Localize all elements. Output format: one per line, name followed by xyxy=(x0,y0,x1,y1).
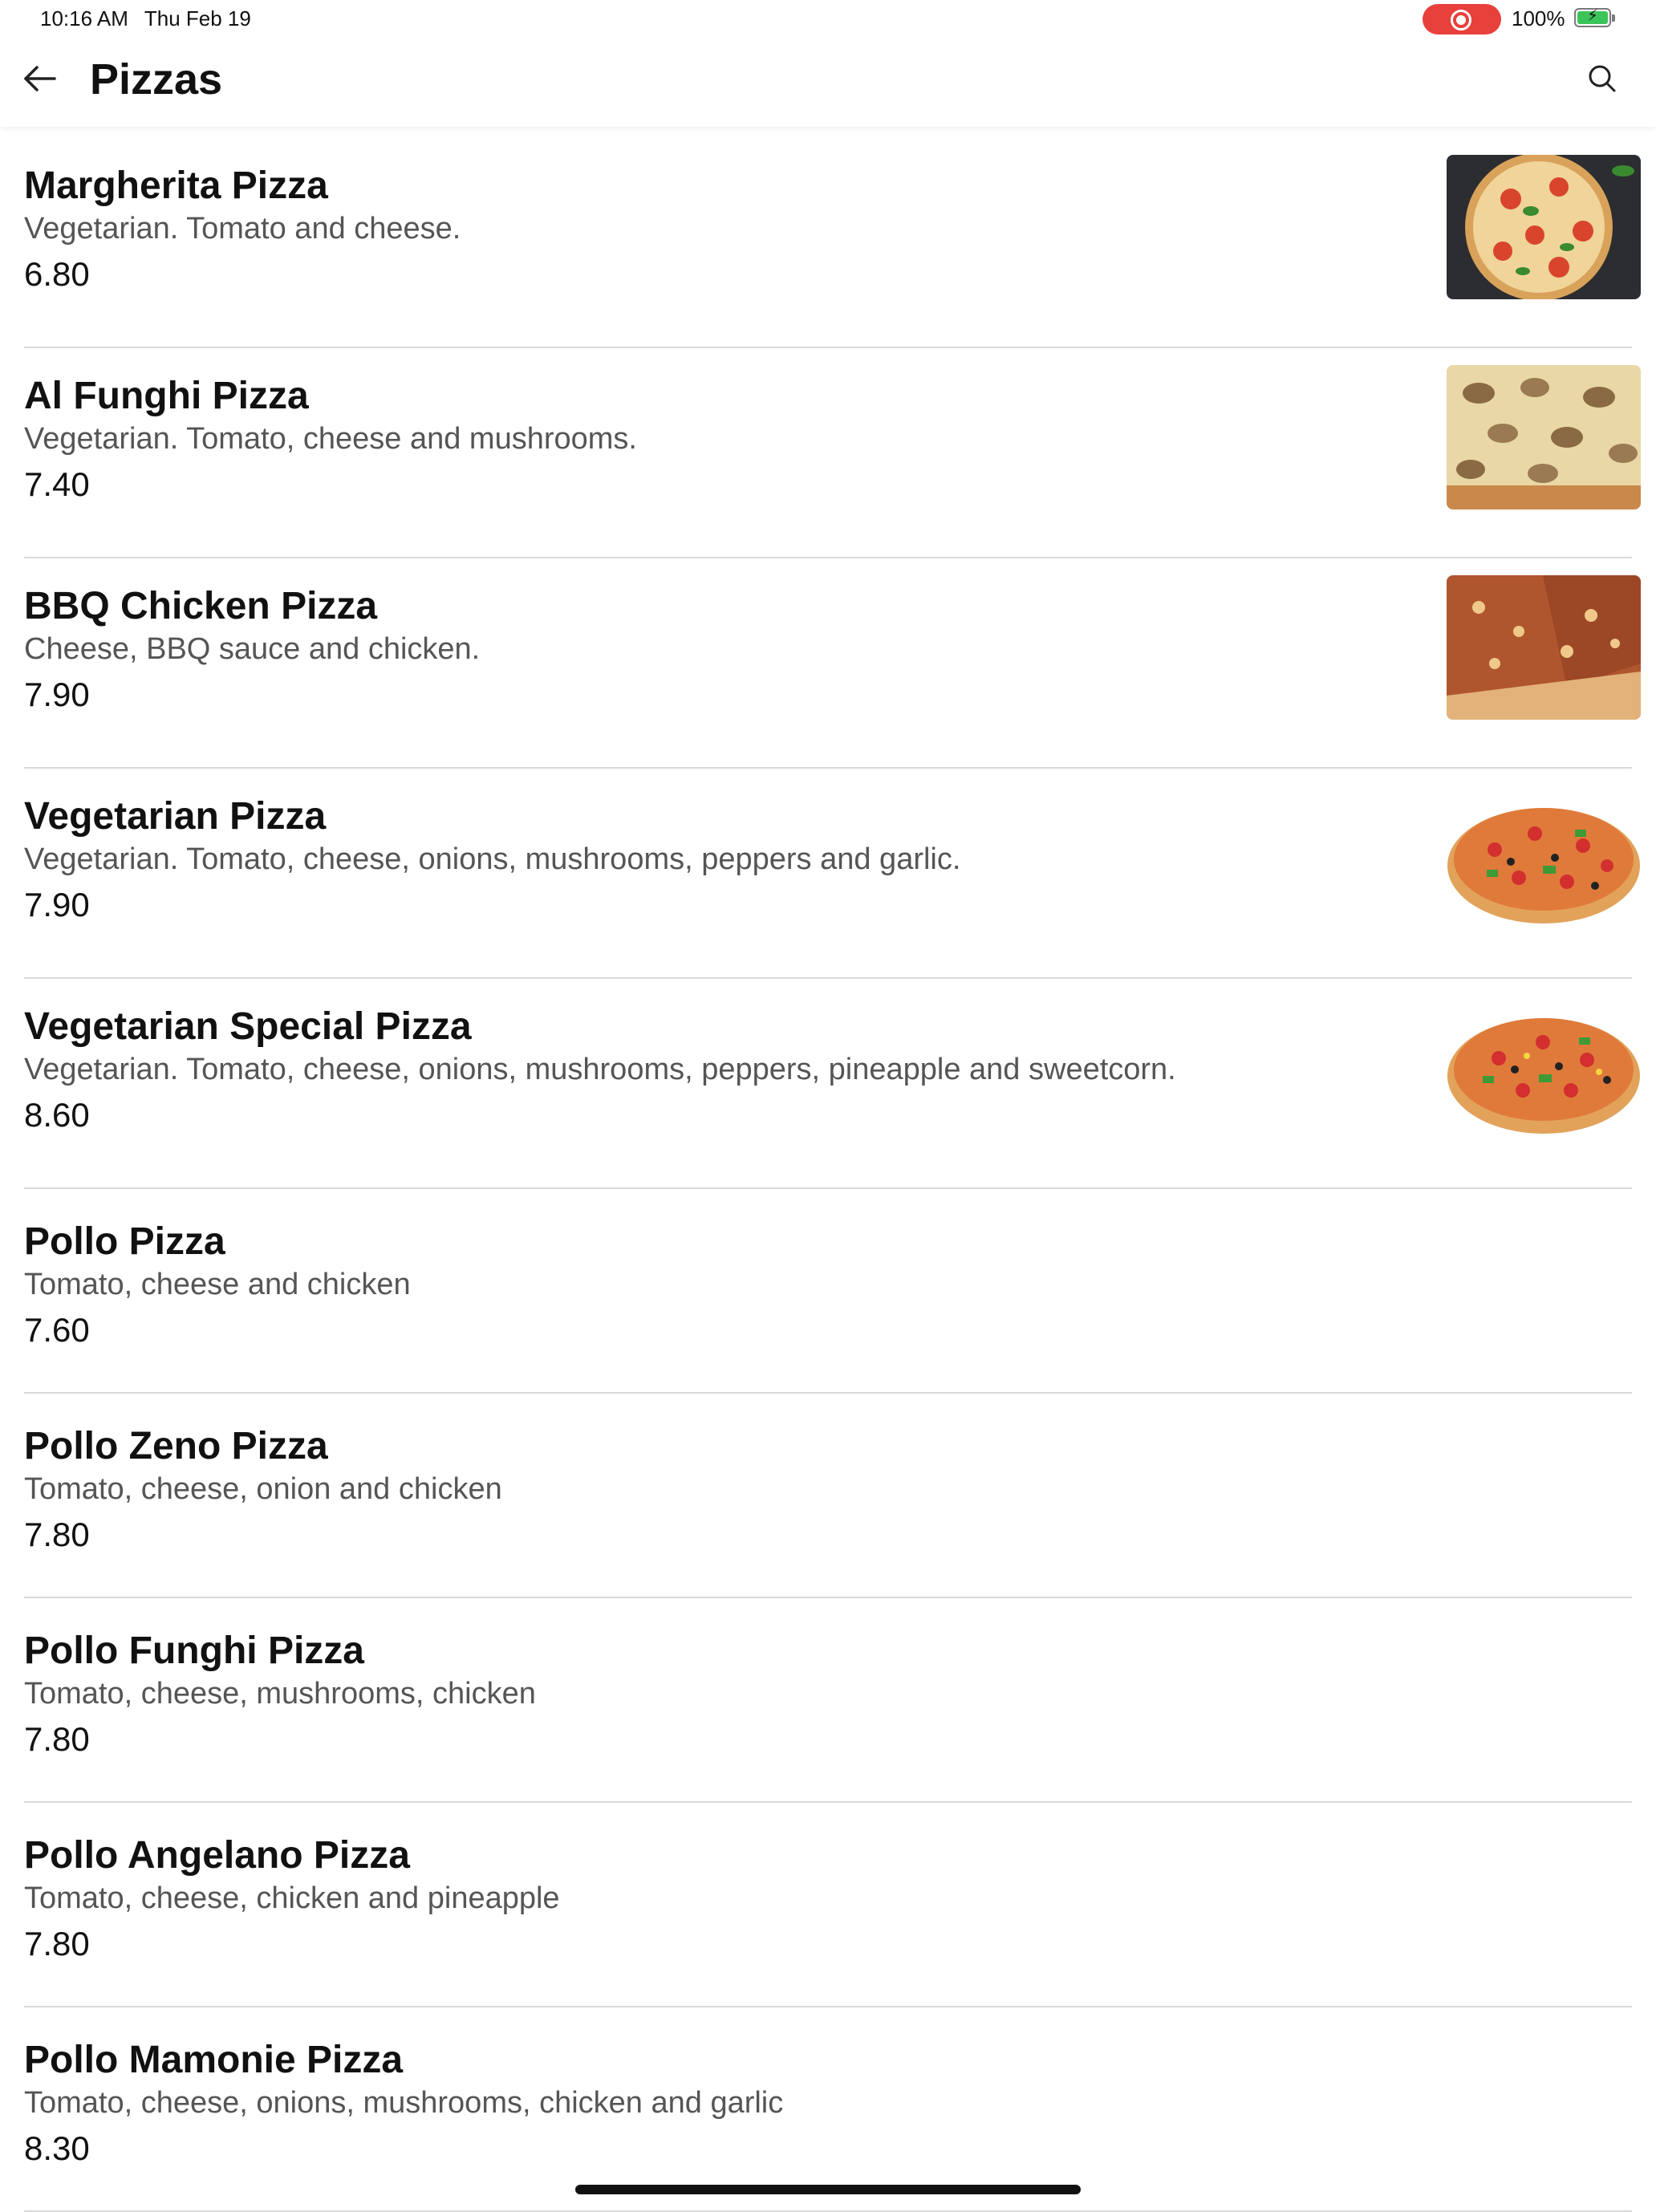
vegetarian-special-photo xyxy=(1447,996,1641,1140)
item-price: 7.90 xyxy=(24,886,90,923)
item-description: Tomato, cheese, mushrooms, chicken xyxy=(24,1677,536,1711)
item-price: 8.60 xyxy=(24,1096,90,1134)
item-price: 7.80 xyxy=(24,1720,90,1758)
menu-item[interactable]: Margherita Pizza Vegetarian. Tomato and … xyxy=(0,138,1656,348)
item-price: 7.60 xyxy=(24,1311,90,1349)
menu-item[interactable]: BBQ Chicken Pizza Cheese, BBQ sauce and … xyxy=(0,558,1656,769)
menu-item[interactable]: Vegetarian Special Pizza Vegetarian. Tom… xyxy=(0,979,1656,1189)
item-description: Tomato, cheese, onion and chicken xyxy=(24,1472,502,1506)
item-description: Tomato, cheese, chicken and pineapple xyxy=(24,1881,560,1915)
search-button[interactable] xyxy=(1581,56,1624,101)
item-name: Vegetarian Special Pizza xyxy=(24,1005,472,1048)
item-name: Pollo Angelano Pizza xyxy=(24,1834,410,1877)
item-description: Vegetarian. Tomato, cheese and mushrooms… xyxy=(24,422,637,456)
status-time-date: 10:16 AM Thu Feb 19 xyxy=(40,6,251,31)
item-name: BBQ Chicken Pizza xyxy=(24,585,378,627)
item-name: Vegetarian Pizza xyxy=(24,795,327,838)
menu-item[interactable]: Vegetarian Pizza Vegetarian. Tomato, che… xyxy=(0,769,1656,979)
item-name: Margherita Pizza xyxy=(24,164,328,207)
status-bar: 10:16 AM Thu Feb 19 100% ⚡ xyxy=(0,0,1656,39)
status-time: 10:16 AM xyxy=(40,6,128,30)
bbq-chicken-photo xyxy=(1447,575,1641,720)
battery-nub xyxy=(1612,14,1615,22)
battery-icon: ⚡ xyxy=(1574,7,1615,27)
status-date: Thu Feb 19 xyxy=(144,6,251,30)
battery-percent: 100% xyxy=(1512,6,1565,30)
item-name: Al Funghi Pizza xyxy=(24,375,309,417)
item-price: 7.90 xyxy=(24,676,90,713)
item-name: Pollo Pizza xyxy=(24,1220,225,1263)
screen-recording-indicator[interactable] xyxy=(1423,4,1501,34)
home-indicator[interactable] xyxy=(575,2185,1081,2194)
item-name: Pollo Zeno Pizza xyxy=(24,1425,328,1467)
margherita-photo xyxy=(1447,155,1641,299)
menu-item[interactable]: Pollo Zeno Pizza Tomato, cheese, onion a… xyxy=(0,1394,1656,1598)
page-title: Pizzas xyxy=(90,55,223,103)
menu-item[interactable]: Pollo Mamonie Pizza Tomato, cheese, onio… xyxy=(0,2007,1656,2212)
arrow-left-icon xyxy=(24,66,56,91)
back-button[interactable] xyxy=(18,55,63,103)
funghi-photo xyxy=(1447,365,1641,509)
navigation-bar: Pizzas xyxy=(0,39,1656,127)
item-price: 6.80 xyxy=(24,255,90,293)
item-price: 8.30 xyxy=(24,2129,90,2167)
vegetarian-photo xyxy=(1447,785,1641,930)
item-description: Tomato, cheese and chicken xyxy=(24,1268,411,1301)
item-description: Cheese, BBQ sauce and chicken. xyxy=(24,632,481,666)
menu-item[interactable]: Pollo Pizza Tomato, cheese and chicken 7… xyxy=(0,1189,1656,1394)
record-dot-icon xyxy=(1456,15,1466,25)
charging-bolt-icon: ⚡ xyxy=(1586,7,1599,25)
menu-item[interactable]: Pollo Funghi Pizza Tomato, cheese, mushr… xyxy=(0,1598,1656,1803)
item-price: 7.40 xyxy=(24,465,90,503)
item-description: Vegetarian. Tomato, cheese, onions, mush… xyxy=(24,1053,1176,1086)
item-name: Pollo Mamonie Pizza xyxy=(24,2039,404,2081)
menu-item[interactable]: Pollo Angelano Pizza Tomato, cheese, chi… xyxy=(0,1803,1656,2007)
item-description: Vegetarian. Tomato, cheese, onions, mush… xyxy=(24,842,961,876)
menu-list: Margherita Pizza Vegetarian. Tomato and … xyxy=(0,138,1656,2212)
menu-item[interactable]: Al Funghi Pizza Vegetarian. Tomato, chee… xyxy=(0,348,1656,558)
item-name: Pollo Funghi Pizza xyxy=(24,1630,364,1672)
item-description: Vegetarian. Tomato and cheese. xyxy=(24,212,461,246)
item-price: 7.80 xyxy=(24,1925,90,1962)
item-description: Tomato, cheese, onions, mushrooms, chick… xyxy=(24,2086,784,2120)
item-price: 7.80 xyxy=(24,1516,90,1553)
search-icon xyxy=(1589,65,1616,92)
